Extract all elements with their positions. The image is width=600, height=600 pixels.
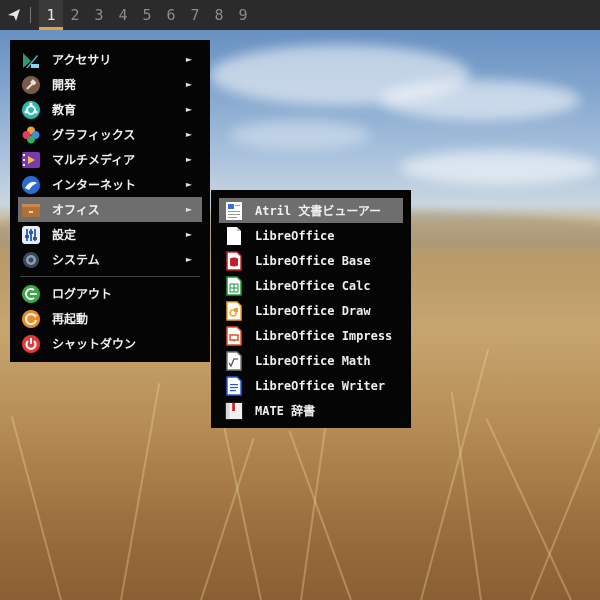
internet-icon	[22, 175, 40, 194]
submenu-arrow-icon: ►	[185, 130, 192, 139]
menu-item-label: LibreOffice Impress	[255, 328, 393, 343]
settings-icon	[22, 225, 40, 244]
libreoffice-icon	[225, 226, 243, 245]
submenu-arrow-icon: ►	[185, 155, 192, 164]
menu-item-system[interactable]: システム ►	[18, 247, 202, 272]
menu-item-shutdown[interactable]: シャットダウン	[18, 331, 202, 356]
menu-item-development[interactable]: 開発 ►	[18, 72, 202, 97]
menu-item-multimedia[interactable]: マルチメディア ►	[18, 147, 202, 172]
top-panel: 123456789	[0, 0, 600, 30]
menu-item-label: シャットダウン	[52, 337, 137, 351]
menu-item-settings[interactable]: 設定 ►	[18, 222, 202, 247]
office-submenu: Atril 文書ビューアー LibreOffice LibreOffice Base…	[211, 190, 411, 428]
menu-item-label: マルチメディア	[52, 153, 136, 167]
menu-item-libreoffice-math[interactable]: LibreOffice Math	[219, 348, 403, 373]
menu-item-label: インターネット	[52, 178, 137, 192]
workspace-4[interactable]: 4	[111, 0, 135, 30]
menu-item-label: グラフィックス	[52, 128, 136, 142]
workspace-7[interactable]: 7	[183, 0, 207, 30]
panel-separator	[30, 7, 31, 23]
submenu-arrow-icon: ►	[185, 230, 192, 239]
submenu-arrow-icon: ►	[185, 255, 192, 264]
menu-item-libreoffice-draw[interactable]: LibreOffice Draw	[219, 298, 403, 323]
menu-item-education[interactable]: 教育 ►	[18, 97, 202, 122]
libreoffice-writer-icon	[225, 375, 243, 396]
menu-item-internet[interactable]: インターネット ►	[18, 172, 202, 197]
submenu-arrow-icon: ►	[185, 55, 192, 64]
menu-item-label: アクセサリ	[52, 53, 112, 67]
development-icon	[22, 75, 40, 94]
menu-item-label: 再起動	[52, 312, 89, 326]
menu-item-libreoffice-impress[interactable]: LibreOffice Impress	[219, 323, 403, 348]
menu-separator	[20, 276, 200, 277]
submenu-arrow-icon: ►	[185, 205, 192, 214]
workspace-3[interactable]: 3	[87, 0, 111, 30]
menu-item-label: LibreOffice Math	[255, 353, 371, 368]
menu-item-label: 設定	[52, 228, 77, 242]
menu-item-graphics[interactable]: グラフィックス ►	[18, 122, 202, 147]
workspace-2[interactable]: 2	[63, 0, 87, 30]
menu-item-accessories[interactable]: アクセサリ ►	[18, 47, 202, 72]
education-icon	[22, 100, 40, 119]
menu-item-office[interactable]: オフィス ►	[18, 197, 202, 222]
libreoffice-draw-icon	[225, 300, 243, 321]
menu-item-label: LibreOffice Base	[255, 253, 371, 268]
workspace-switcher: 123456789	[39, 0, 255, 30]
menu-item-label: 開発	[52, 78, 77, 92]
office-icon	[22, 201, 40, 219]
menu-item-dictionary[interactable]: MATE 辞書	[219, 398, 403, 423]
applications-menu: アクセサリ ► 開発 ► 教育 ► グラフィックス ► マルチメディア ► インターネット ► オフィス…	[10, 40, 210, 362]
menu-item-label: ログアウト	[52, 287, 113, 301]
document-viewer-icon	[225, 201, 243, 220]
submenu-arrow-icon: ►	[185, 105, 192, 114]
shutdown-icon	[22, 334, 40, 353]
menu-item-libreoffice-base[interactable]: LibreOffice Base	[219, 248, 403, 273]
menu-item-label: LibreOffice Draw	[255, 303, 371, 318]
menu-item-label: LibreOffice Writer	[255, 378, 386, 393]
libreoffice-impress-icon	[225, 325, 243, 346]
menu-item-label: LibreOffice	[255, 228, 335, 243]
libreoffice-math-icon	[225, 350, 243, 371]
menu-item-reboot[interactable]: 再起動	[18, 306, 202, 331]
submenu-arrow-icon: ►	[185, 80, 192, 89]
workspace-8[interactable]: 8	[207, 0, 231, 30]
accessories-icon	[22, 51, 40, 69]
menu-item-libreoffice[interactable]: LibreOffice	[219, 223, 403, 248]
menu-item-label: 教育	[52, 103, 77, 117]
menu-item-libreoffice-calc[interactable]: LibreOffice Calc	[219, 273, 403, 298]
menu-item-libreoffice-writer[interactable]: LibreOffice Writer	[219, 373, 403, 398]
menu-item-label: LibreOffice Calc	[255, 278, 371, 293]
workspace-9[interactable]: 9	[231, 0, 255, 30]
dictionary-icon	[225, 402, 243, 420]
logout-icon	[22, 284, 40, 303]
libreoffice-calc-icon	[225, 275, 243, 296]
graphics-icon	[22, 126, 40, 144]
libreoffice-base-icon	[225, 250, 243, 271]
menu-item-label: オフィス	[52, 203, 100, 217]
workspace-6[interactable]: 6	[159, 0, 183, 30]
workspace-1[interactable]: 1	[39, 0, 63, 30]
multimedia-icon	[22, 151, 40, 169]
workspace-5[interactable]: 5	[135, 0, 159, 30]
system-icon	[22, 251, 40, 269]
menu-item-document-viewer[interactable]: Atril 文書ビューアー	[219, 198, 403, 223]
reboot-icon	[22, 309, 40, 328]
menu-item-label: システム	[52, 253, 100, 267]
menu-item-label: Atril 文書ビューアー	[255, 204, 382, 218]
menu-item-logout[interactable]: ログアウト	[18, 281, 202, 306]
menu-item-label: MATE 辞書	[255, 404, 316, 418]
menu-launcher-icon[interactable]	[0, 0, 28, 30]
submenu-arrow-icon: ►	[185, 180, 192, 189]
